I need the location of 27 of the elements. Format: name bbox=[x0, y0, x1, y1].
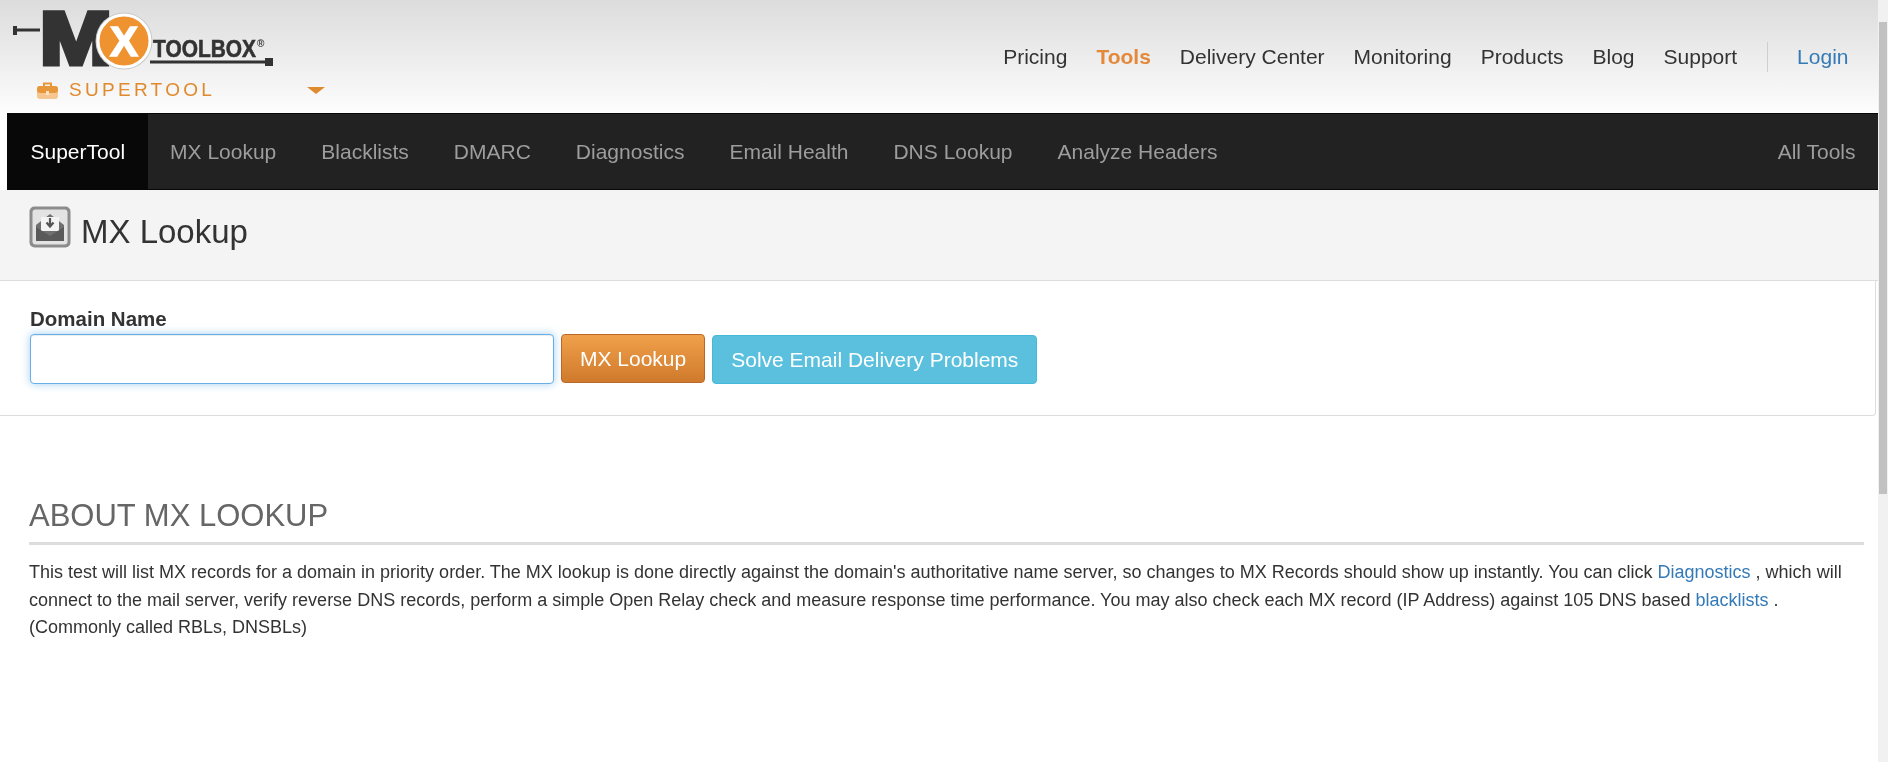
nav-tab[interactable]: DMARC bbox=[431, 114, 554, 189]
all-tools-link[interactable]: All Tools bbox=[1755, 114, 1878, 189]
inline-link[interactable]: blacklists bbox=[1695, 589, 1769, 610]
nav-link[interactable]: Support bbox=[1649, 41, 1752, 72]
toolbox-icon bbox=[37, 81, 58, 99]
scrollbar-thumb[interactable] bbox=[1879, 22, 1887, 494]
nav-link[interactable]: Delivery Center bbox=[1165, 41, 1340, 72]
nav-tab[interactable]: MX Lookup bbox=[147, 114, 299, 189]
nav-tab[interactable]: SuperTool bbox=[8, 114, 148, 189]
nav-link[interactable]: Pricing bbox=[988, 41, 1082, 72]
domain-input[interactable] bbox=[30, 334, 554, 384]
nav-link[interactable]: Products bbox=[1466, 41, 1578, 72]
section-heading: ABOUT MX LOOKUP bbox=[29, 498, 1864, 545]
envelope-download-icon bbox=[29, 206, 71, 248]
nav-tab[interactable]: DNS Lookup bbox=[870, 114, 1036, 189]
nav-tab[interactable]: Diagnostics bbox=[553, 114, 707, 189]
about-paragraph: This test will list MX records for a domain in priority order. The MX lookup is done directly against the domain's authoritative name server, so changes to MX Records should show up instantly. You can click Diagnostics , which will connect to the mail server, verify reverse DNS records, perform a simple Open Relay check and measure response time performance. You may also check each MX record (IP Address) against 105 DNS based blacklists . (Commonly called RBLs, DNSBLs) bbox=[29, 561, 1843, 639]
nav-tab[interactable]: Blacklists bbox=[298, 114, 432, 189]
nav-tab[interactable]: Analyze Headers bbox=[1035, 114, 1240, 189]
caret-icon bbox=[307, 86, 325, 94]
field-label: Domain Name bbox=[30, 307, 167, 331]
nav-link[interactable]: Monitoring bbox=[1339, 41, 1467, 72]
inline-link[interactable]: Diagnostics bbox=[1657, 562, 1751, 582]
login-link[interactable]: Login bbox=[1782, 41, 1863, 72]
nav-link[interactable]: Blog bbox=[1578, 41, 1650, 72]
nav-tab[interactable]: Email Health bbox=[706, 114, 871, 189]
page-title: MX Lookup bbox=[81, 212, 248, 252]
